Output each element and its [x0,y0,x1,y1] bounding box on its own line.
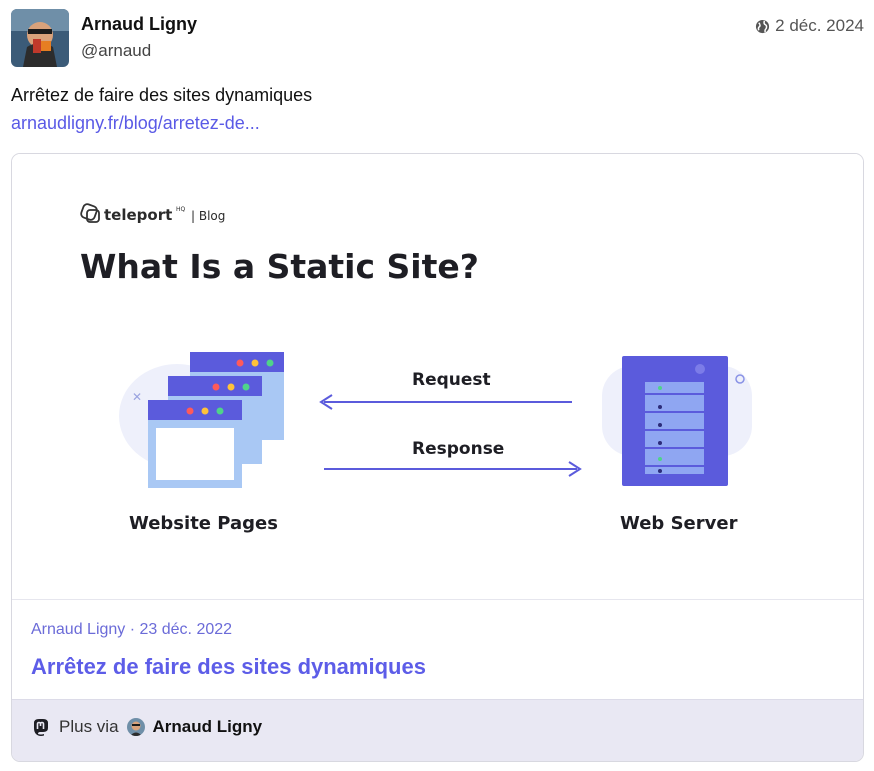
response-label: Response [412,439,504,459]
avatar[interactable] [11,9,69,67]
author-name[interactable]: Arnaud Ligny [81,14,197,35]
image-brand: teleport [104,206,172,224]
image-headline: What Is a Static Site? [80,247,479,286]
image-brand-sup: HQ [176,206,186,213]
mastodon-icon [34,719,48,736]
request-label: Request [412,370,491,390]
card-meta: Arnaud Ligny · 23 déc. 2022 [31,621,233,638]
post-header: Arnaud Ligny @arnaud 2 déc. 2024 [11,8,864,67]
footer-avatar[interactable] [126,718,145,736]
website-pages-label: Website Pages [129,513,278,534]
post-date-text: 2 déc. 2024 [775,16,864,35]
link-preview-card[interactable]: teleport HQ | Blog What Is a Static Site… [11,153,864,762]
teleport-logo-icon [80,203,100,223]
image-brand-section: | Blog [191,209,225,223]
card-preview-image[interactable]: teleport HQ | Blog What Is a Static Site… [12,154,863,599]
card-divider [12,599,863,600]
card-footer: Plus via Arnaud Ligny [12,699,863,761]
website-pages-illustration: ✕ [119,352,284,488]
post-text: Arrêtez de faire des sites dynamiques [11,85,313,105]
post-date[interactable]: 2 déc. 2024 [755,16,864,36]
via-label: Plus via [59,717,119,736]
post-link[interactable]: arnaudligny.fr/blog/arretez-de... [11,113,260,134]
footer-author-link[interactable]: Arnaud Ligny [153,717,263,737]
web-server-label: Web Server [620,513,738,534]
svg-text:✕: ✕ [132,390,142,404]
web-server-illustration [602,356,752,486]
card-title[interactable]: Arrêtez de faire des sites dynamiques [31,654,426,680]
globe-icon [756,19,770,33]
author-handle[interactable]: @arnaud [81,41,151,61]
